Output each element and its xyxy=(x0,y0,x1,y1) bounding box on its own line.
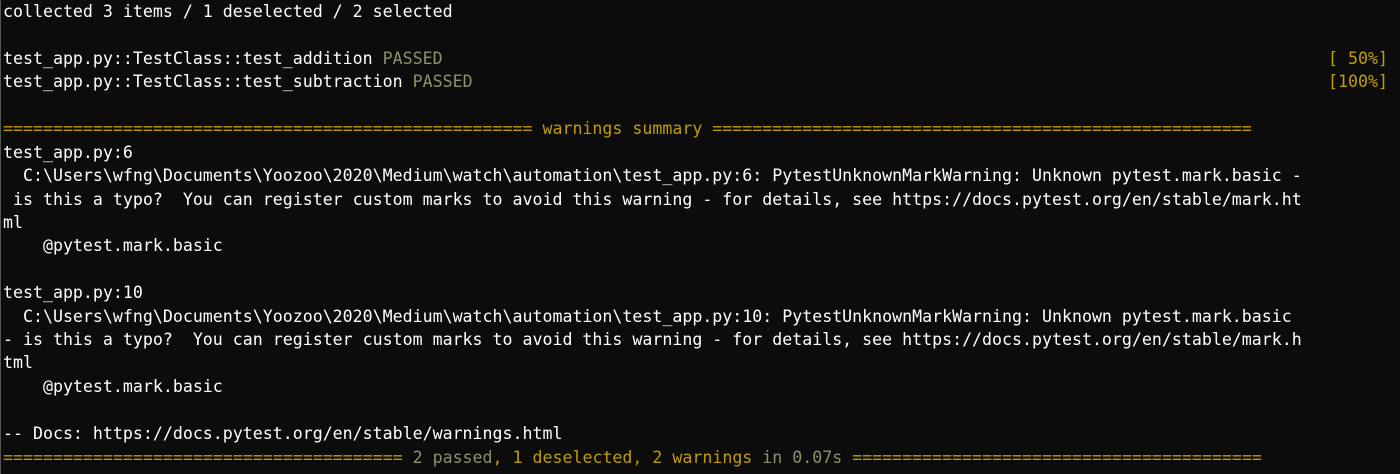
summary-counts: , 1 deselected, 2 warnings xyxy=(492,448,763,467)
summary-time: in 0.07s xyxy=(762,448,843,467)
test-name: test_app.py::TestClass::test_addition xyxy=(3,49,373,68)
summary-passed: 2 passed xyxy=(412,448,493,467)
test-progress: [100%] xyxy=(1328,72,1388,91)
warning-message: C:\Users\wfng\Documents\Yoozoo\2020\Medi… xyxy=(3,166,1302,185)
test-status: PASSED xyxy=(382,49,443,68)
test-status: PASSED xyxy=(412,72,473,91)
warning-message: C:\Users\wfng\Documents\Yoozoo\2020\Medi… xyxy=(3,307,1292,326)
final-summary: ========================================… xyxy=(3,446,1262,470)
warning-code: @pytest.mark.basic xyxy=(3,377,223,396)
summary-right-rule: ========================================… xyxy=(842,448,1262,467)
warning-message: is this a typo? You can register custom … xyxy=(3,190,1302,209)
warnings-summary-header: ========================================… xyxy=(3,119,1252,138)
collected-summary: collected 3 items / 1 deselected / 2 sel… xyxy=(3,2,453,21)
terminal-window[interactable]: collected 3 items / 1 deselected / 2 sel… xyxy=(0,0,1400,474)
test-progress: [ 50%] xyxy=(1328,49,1388,68)
warning-location: test_app.py:6 xyxy=(3,143,133,162)
test-result-row: test_app.py::TestClass::test_subtraction… xyxy=(3,70,473,94)
warning-message: - is this a typo? You can register custo… xyxy=(3,330,1302,349)
warning-code: @pytest.mark.basic xyxy=(3,236,223,255)
test-name: test_app.py::TestClass::test_subtraction xyxy=(3,72,403,91)
warning-message: tml xyxy=(3,353,33,372)
warning-message: ml xyxy=(3,213,23,232)
warning-location: test_app.py:10 xyxy=(3,283,143,302)
test-result-row: test_app.py::TestClass::test_addition PA… xyxy=(3,47,443,71)
summary-left-rule: ======================================== xyxy=(3,448,413,467)
docs-link: -- Docs: https://docs.pytest.org/en/stab… xyxy=(3,424,563,443)
